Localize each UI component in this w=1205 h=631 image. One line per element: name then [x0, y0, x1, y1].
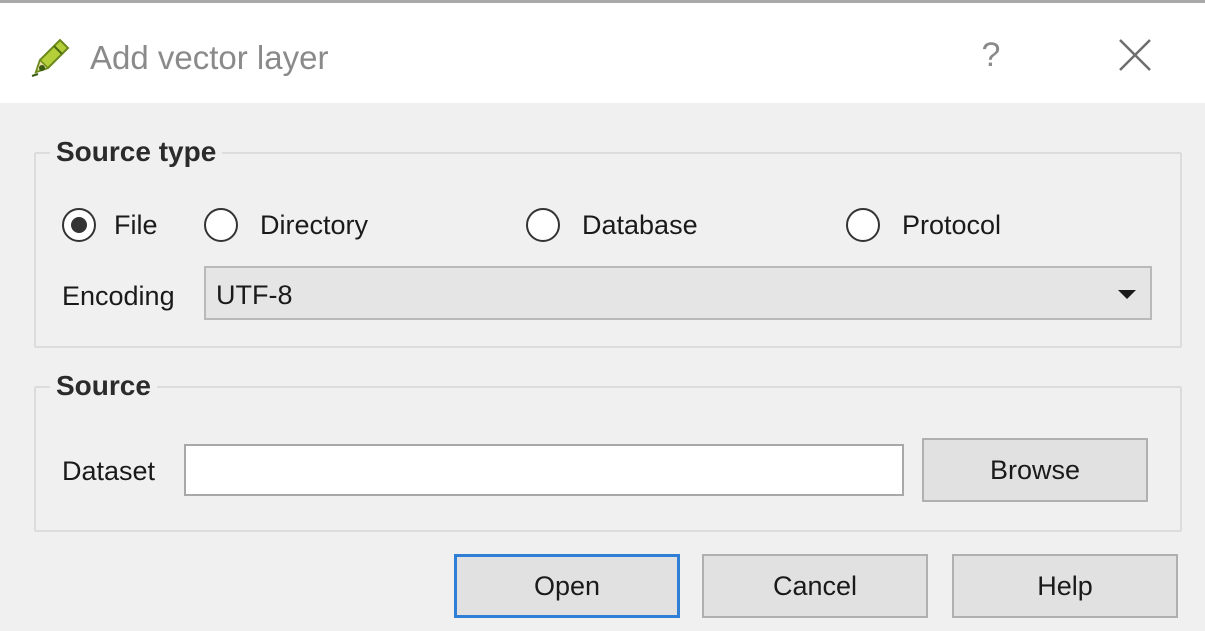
- radio-file[interactable]: File: [62, 208, 158, 242]
- open-button[interactable]: Open: [454, 554, 680, 618]
- encoding-select-value: UTF-8: [216, 280, 293, 310]
- window-top-border: [0, 0, 1205, 8]
- cancel-button[interactable]: Cancel: [702, 554, 928, 618]
- radio-directory-label: Directory: [260, 209, 369, 240]
- title-bar: Add vector layer ?: [0, 8, 1205, 103]
- radio-directory-indicator[interactable]: [204, 208, 238, 242]
- source-type-title: Source type: [50, 136, 223, 168]
- dataset-input[interactable]: [184, 444, 904, 496]
- dataset-label: Dataset: [62, 456, 156, 486]
- window-title: Add vector layer: [90, 39, 329, 76]
- radio-protocol-indicator[interactable]: [846, 208, 880, 242]
- chevron-down-icon[interactable]: [1118, 290, 1136, 299]
- source-title: Source: [50, 370, 157, 402]
- radio-file-indicator[interactable]: [62, 208, 96, 242]
- radio-protocol-label: Protocol: [902, 209, 1002, 240]
- radio-file-label: File: [114, 209, 158, 240]
- context-help-button[interactable]: ?: [966, 30, 1016, 80]
- encoding-label: Encoding: [62, 281, 175, 311]
- encoding-select[interactable]: UTF-8: [204, 266, 1152, 320]
- browse-button[interactable]: Browse: [922, 438, 1148, 502]
- radio-directory[interactable]: Directory: [204, 208, 368, 242]
- radio-database[interactable]: Database: [526, 208, 698, 242]
- add-vector-layer-dialog: Add vector layer ? Source type File Dire…: [0, 0, 1205, 631]
- qgis-pencil-icon: [31, 38, 70, 77]
- radio-database-indicator[interactable]: [526, 208, 560, 242]
- radio-protocol[interactable]: Protocol: [846, 208, 1001, 242]
- help-button[interactable]: Help: [952, 554, 1178, 618]
- radio-database-label: Database: [582, 209, 698, 240]
- close-icon[interactable]: [1110, 30, 1160, 80]
